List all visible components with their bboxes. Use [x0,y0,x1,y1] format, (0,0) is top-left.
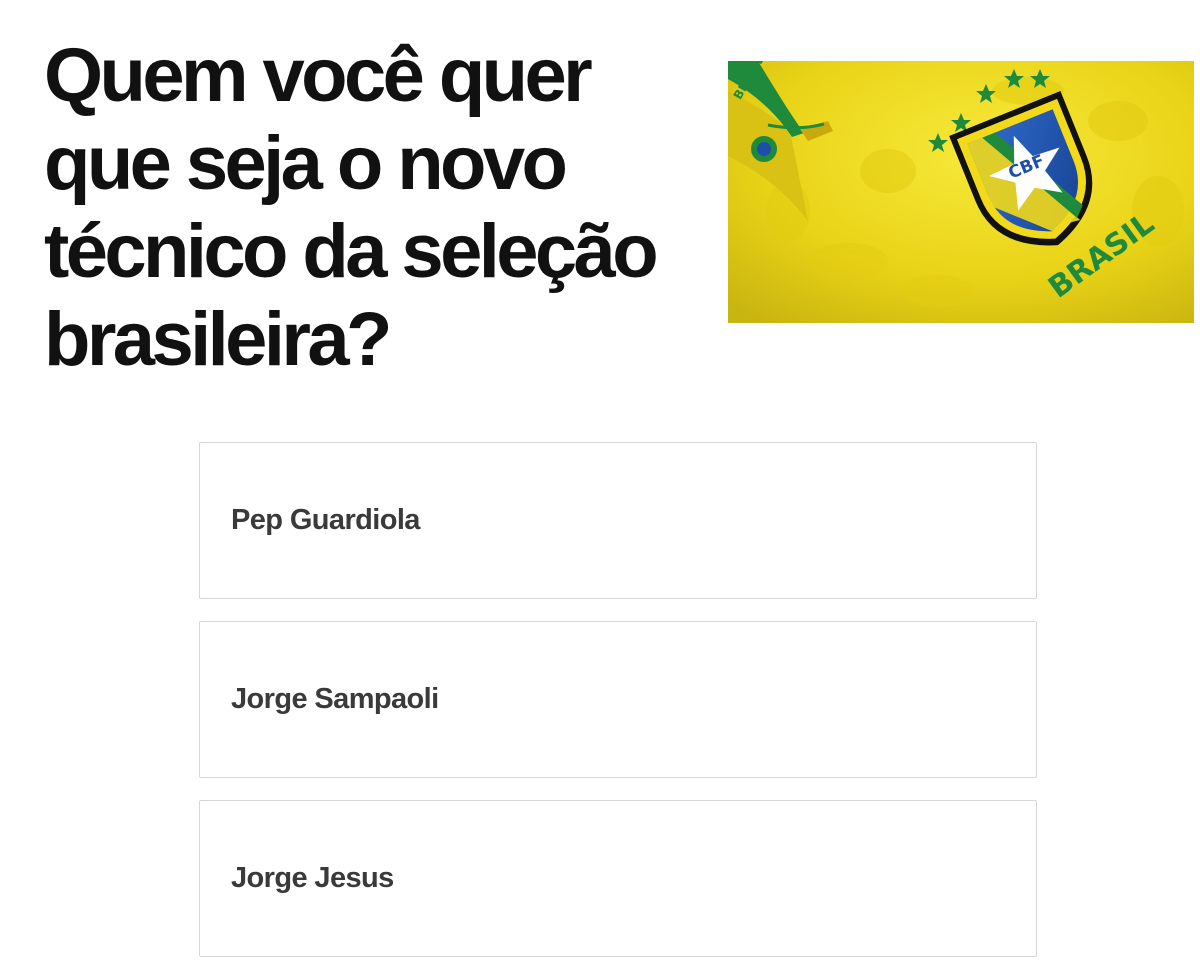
poll-page: Quem você quer que seja o novo técnico d… [0,0,1200,960]
poll-option-jorge-sampaoli[interactable]: Jorge Sampaoli [199,621,1037,778]
poll-option-label: Pep Guardiola [231,504,420,536]
poll-option-label: Jorge Jesus [231,862,394,894]
poll-option-jorge-jesus[interactable]: Jorge Jesus [199,800,1037,957]
poll-options: Pep Guardiola Jorge Sampaoli Jorge Jesus [199,442,1037,960]
poll-option-pep-guardiola[interactable]: Pep Guardiola [199,442,1037,599]
poll-question-title: Quem você quer que seja o novo técnico d… [44,33,659,382]
brazil-jersey-image: BRASIL CBF BRASIL [728,61,1194,323]
poll-option-label: Jorge Sampaoli [231,683,439,715]
